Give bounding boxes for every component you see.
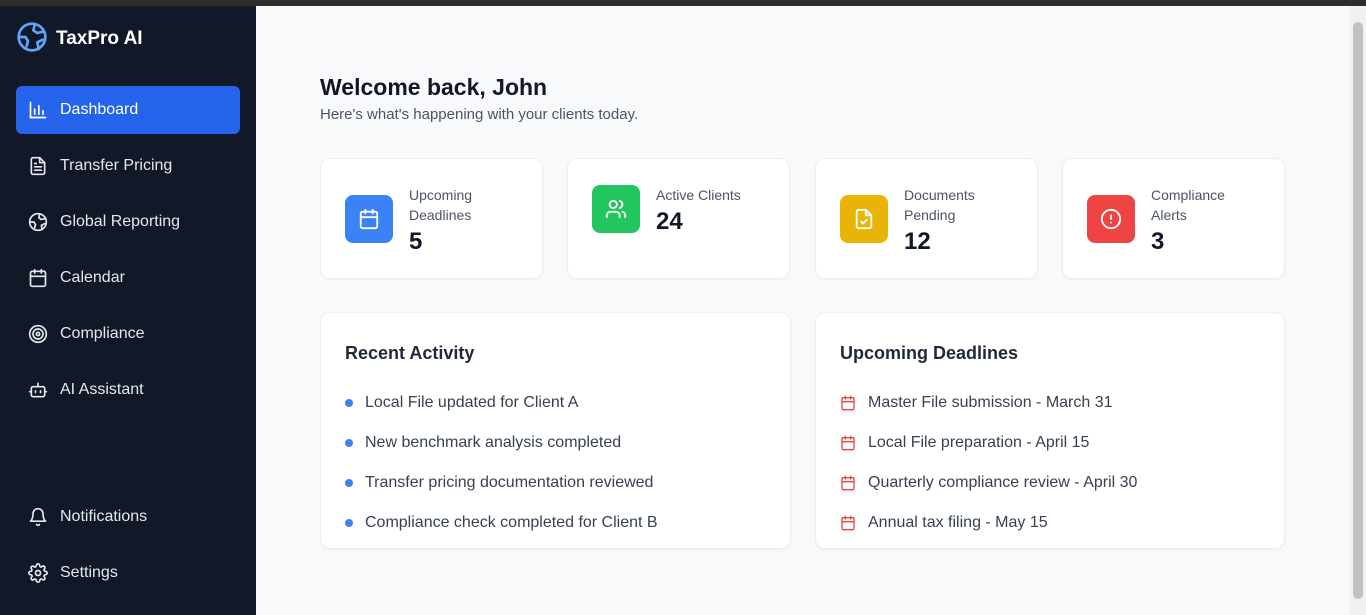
stat-label: Compliance Alerts <box>1151 187 1225 223</box>
calendar-icon <box>345 195 393 243</box>
calendar-icon <box>28 268 48 288</box>
sidebar-item-ai-assistant[interactable]: AI Assistant <box>16 366 240 414</box>
page-title: Welcome back, John <box>320 74 548 100</box>
list-item: Transfer pricing documentation reviewed <box>345 463 658 503</box>
scrollbar-thumb[interactable] <box>1353 22 1363 599</box>
stat-card-active-clients[interactable]: Active Clients 24 <box>567 158 790 279</box>
panel-title: Recent Activity <box>345 343 475 363</box>
activity-text: Compliance check completed for Client B <box>365 514 658 531</box>
vertical-scrollbar[interactable] <box>1350 6 1366 615</box>
bar-chart-icon <box>28 100 48 120</box>
deadline-text: Local File preparation - April 15 <box>868 434 1090 451</box>
brand[interactable]: TaxPro AI <box>16 21 143 58</box>
bullet-dot-icon <box>345 439 353 447</box>
sidebar-item-transfer-pricing[interactable]: Transfer Pricing <box>16 142 240 190</box>
calendar-icon <box>840 475 856 491</box>
list-item: Annual tax filing - May 15 <box>840 503 1137 543</box>
stat-value: 3 <box>1151 228 1165 255</box>
stat-card-documents-pending[interactable]: Documents Pending 12 <box>815 158 1038 279</box>
globe-icon <box>28 212 48 232</box>
recent-activity-panel: Recent Activity Local File updated for C… <box>320 312 791 549</box>
activity-text: Local File updated for Client A <box>365 394 579 411</box>
bot-icon <box>28 380 48 400</box>
sidebar-item-settings[interactable]: Settings <box>16 549 240 597</box>
target-icon <box>28 324 48 344</box>
list-item: Local File updated for Client A <box>345 383 658 423</box>
globe-logo-icon <box>16 21 48 58</box>
list-item: Quarterly compliance review - April 30 <box>840 463 1137 503</box>
activity-text: New benchmark analysis completed <box>365 434 622 451</box>
sidebar-item-label: AI Assistant <box>60 381 144 398</box>
users-icon <box>592 185 640 233</box>
stat-card-upcoming-deadlines[interactable]: Upcoming Deadlines 5 <box>320 158 543 279</box>
stat-label: Upcoming Deadlines <box>409 187 473 223</box>
list-item: Compliance check completed for Client B <box>345 503 658 543</box>
stat-label: Active Clients <box>656 187 741 203</box>
sidebar-item-global-reporting[interactable]: Global Reporting <box>16 198 240 246</box>
stat-label: Documents Pending <box>904 187 975 223</box>
bullet-dot-icon <box>345 519 353 527</box>
alert-circle-icon <box>1087 195 1135 243</box>
sidebar-item-notifications[interactable]: Notifications <box>16 493 240 541</box>
sidebar-item-label: Settings <box>60 564 118 581</box>
page-subtitle: Here's what's happening with your client… <box>320 106 639 123</box>
panel-title: Upcoming Deadlines <box>840 343 1019 363</box>
calendar-icon <box>840 435 856 451</box>
sidebar-item-label: Compliance <box>60 325 145 342</box>
file-check-icon <box>840 195 888 243</box>
deadline-list: Master File submission - March 31 Local … <box>840 383 1137 543</box>
list-item: Local File preparation - April 15 <box>840 423 1137 463</box>
deadline-text: Quarterly compliance review - April 30 <box>868 474 1138 491</box>
deadline-text: Master File submission - March 31 <box>868 394 1113 411</box>
document-icon <box>28 156 48 176</box>
sidebar-item-calendar[interactable]: Calendar <box>16 254 240 302</box>
sidebar-item-label: Calendar <box>60 269 125 286</box>
calendar-icon <box>840 515 856 531</box>
activity-list: Local File updated for Client A New benc… <box>345 383 658 543</box>
calendar-icon <box>840 395 856 411</box>
stat-value: 5 <box>409 228 423 255</box>
sidebar-item-compliance[interactable]: Compliance <box>16 310 240 358</box>
list-item: Master File submission - March 31 <box>840 383 1137 423</box>
upcoming-deadlines-panel: Upcoming Deadlines Master File submissio… <box>815 312 1285 549</box>
sidebar: TaxPro AI Dashboard Transfer Pricing Glo… <box>0 6 256 615</box>
stat-value: 12 <box>904 228 931 255</box>
gear-icon <box>28 563 48 583</box>
list-item: New benchmark analysis completed <box>345 423 658 463</box>
stat-value: 24 <box>656 208 683 235</box>
bullet-dot-icon <box>345 399 353 407</box>
sidebar-item-label: Notifications <box>60 508 148 525</box>
sidebar-item-dashboard[interactable]: Dashboard <box>16 86 240 134</box>
stat-card-compliance-alerts[interactable]: Compliance Alerts 3 <box>1062 158 1285 279</box>
main-content: Welcome back, John Here's what's happeni… <box>256 6 1350 615</box>
sidebar-item-label: Global Reporting <box>60 213 181 230</box>
sidebar-item-label: Dashboard <box>60 101 139 118</box>
activity-text: Transfer pricing documentation reviewed <box>365 474 654 491</box>
deadline-text: Annual tax filing - May 15 <box>868 514 1048 531</box>
bell-icon <box>28 507 48 527</box>
bullet-dot-icon <box>345 479 353 487</box>
sidebar-item-label: Transfer Pricing <box>60 157 173 174</box>
app-name: TaxPro AI <box>56 28 143 49</box>
